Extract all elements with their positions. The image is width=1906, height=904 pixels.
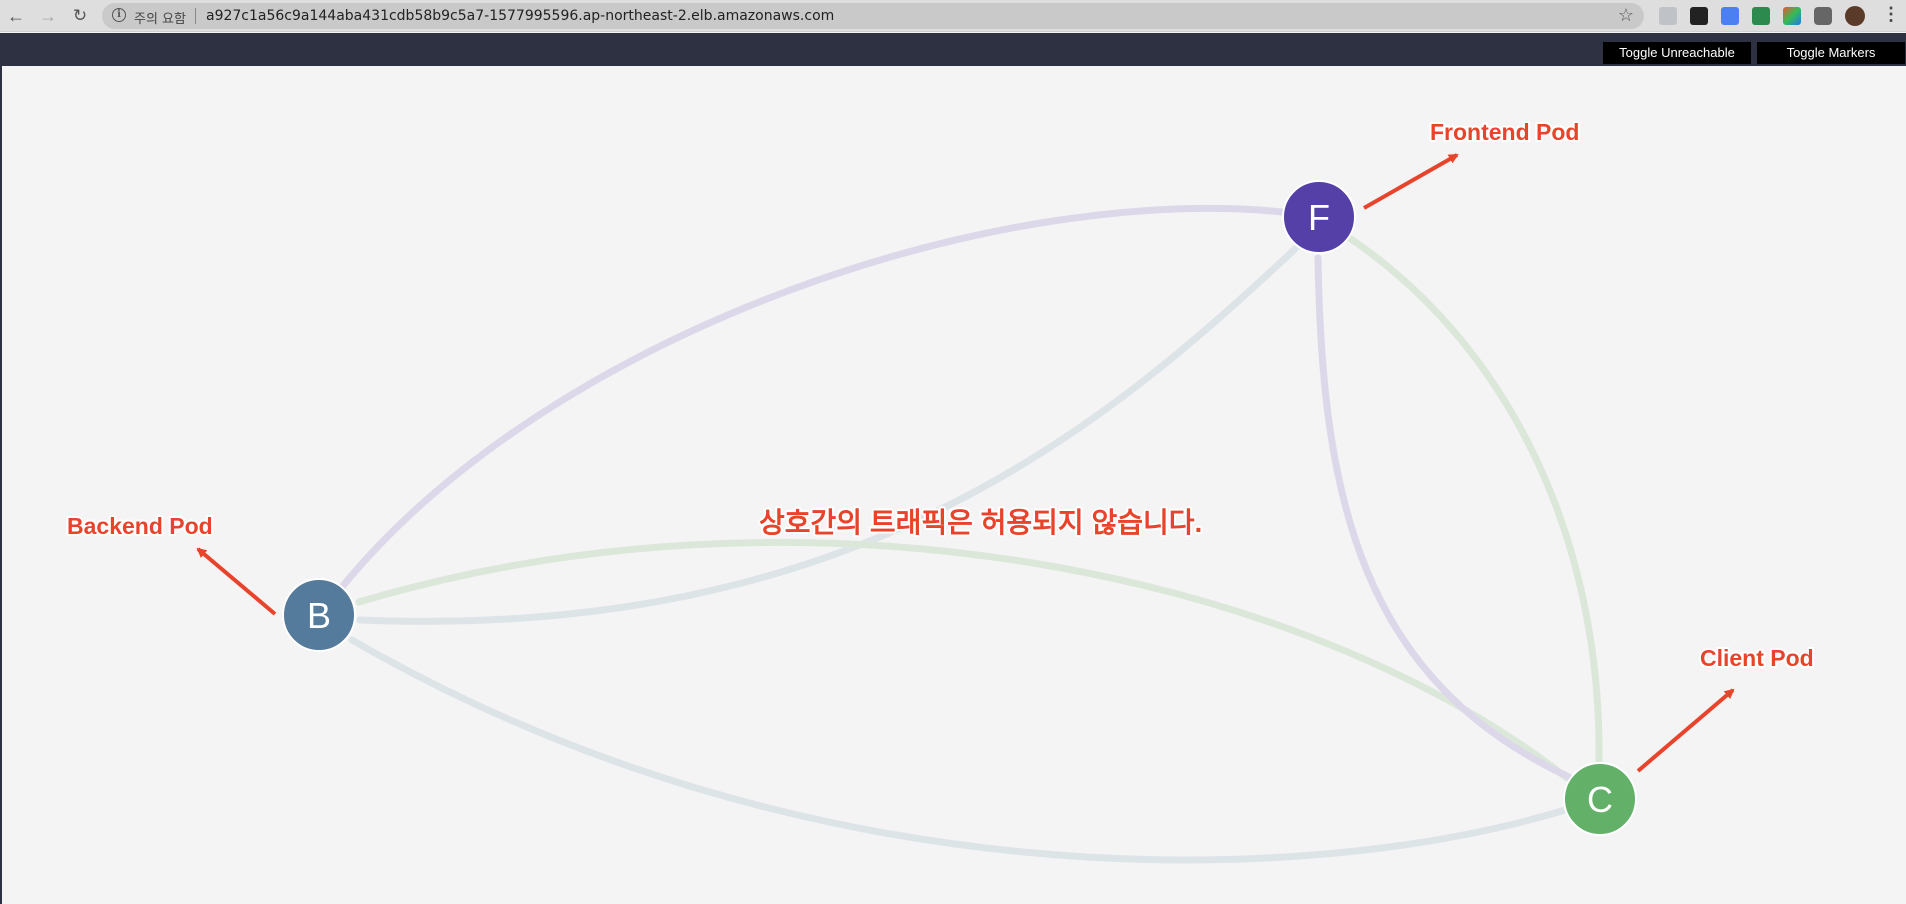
more-menu-icon[interactable]: ⋮ bbox=[1882, 4, 1900, 24]
picker-extension-icon[interactable] bbox=[1752, 7, 1770, 25]
frontend-arrow bbox=[1363, 153, 1459, 210]
graph-canvas: F B C Frontend Pod Backend Pod Client Po… bbox=[0, 66, 1906, 904]
client-pod-annotation: Client Pod bbox=[1700, 645, 1814, 671]
frontend-pod-annotation: Frontend Pod bbox=[1430, 119, 1579, 145]
translate-extension-icon[interactable] bbox=[1721, 7, 1739, 25]
bookmark-star-icon[interactable]: ☆ bbox=[1618, 5, 1634, 26]
client-node[interactable]: C bbox=[1563, 762, 1637, 836]
frontend-node[interactable]: F bbox=[1282, 180, 1356, 254]
reload-icon[interactable]: ↻ bbox=[70, 6, 90, 26]
app-topbar: Toggle Unreachable Toggle Markers bbox=[0, 33, 1906, 66]
client-arrow bbox=[1636, 688, 1735, 773]
back-icon[interactable]: ← bbox=[6, 6, 26, 26]
color-extension-icon[interactable] bbox=[1783, 7, 1801, 25]
client-node-label: C bbox=[1587, 779, 1613, 820]
divider bbox=[195, 8, 196, 24]
backend-pod-annotation: Backend Pod bbox=[67, 513, 213, 539]
security-label[interactable]: 주의 요함 bbox=[134, 8, 186, 27]
backend-arrow bbox=[196, 547, 277, 616]
avatar[interactable] bbox=[1845, 6, 1865, 26]
puzzle-extension-icon[interactable] bbox=[1814, 7, 1832, 25]
edge-client-frontend bbox=[1344, 233, 1603, 767]
glasses-extension-icon[interactable] bbox=[1690, 7, 1708, 25]
toggle-markers-button[interactable]: Toggle Markers bbox=[1757, 42, 1905, 64]
forward-icon[interactable]: → bbox=[38, 6, 58, 26]
backend-node[interactable]: B bbox=[282, 578, 356, 652]
toggle-unreachable-button[interactable]: Toggle Unreachable bbox=[1603, 42, 1751, 64]
url-text[interactable]: a927c1a56c9a144aba431cdb58b9c5a7-1577995… bbox=[206, 8, 834, 24]
address-bar[interactable]: i 주의 요함 a927c1a56c9a144aba431cdb58b9c5a7… bbox=[102, 3, 1644, 29]
edge-client-backend bbox=[348, 636, 1569, 864]
browser-chrome: ← → ↻ i 주의 요함 a927c1a56c9a144aba431cdb58… bbox=[0, 0, 1906, 32]
edge-backend-client bbox=[355, 539, 1571, 782]
shield-extension-icon[interactable] bbox=[1659, 7, 1677, 25]
network-graph: F B C Frontend Pod Backend Pod Client Po… bbox=[65, 117, 1816, 864]
backend-node-label: B bbox=[307, 595, 331, 636]
traffic-denied-message: 상호간의 트래픽은 허용되지 않습니다. bbox=[759, 507, 1202, 538]
frontend-node-label: F bbox=[1308, 197, 1330, 238]
info-icon[interactable]: i bbox=[112, 8, 126, 22]
